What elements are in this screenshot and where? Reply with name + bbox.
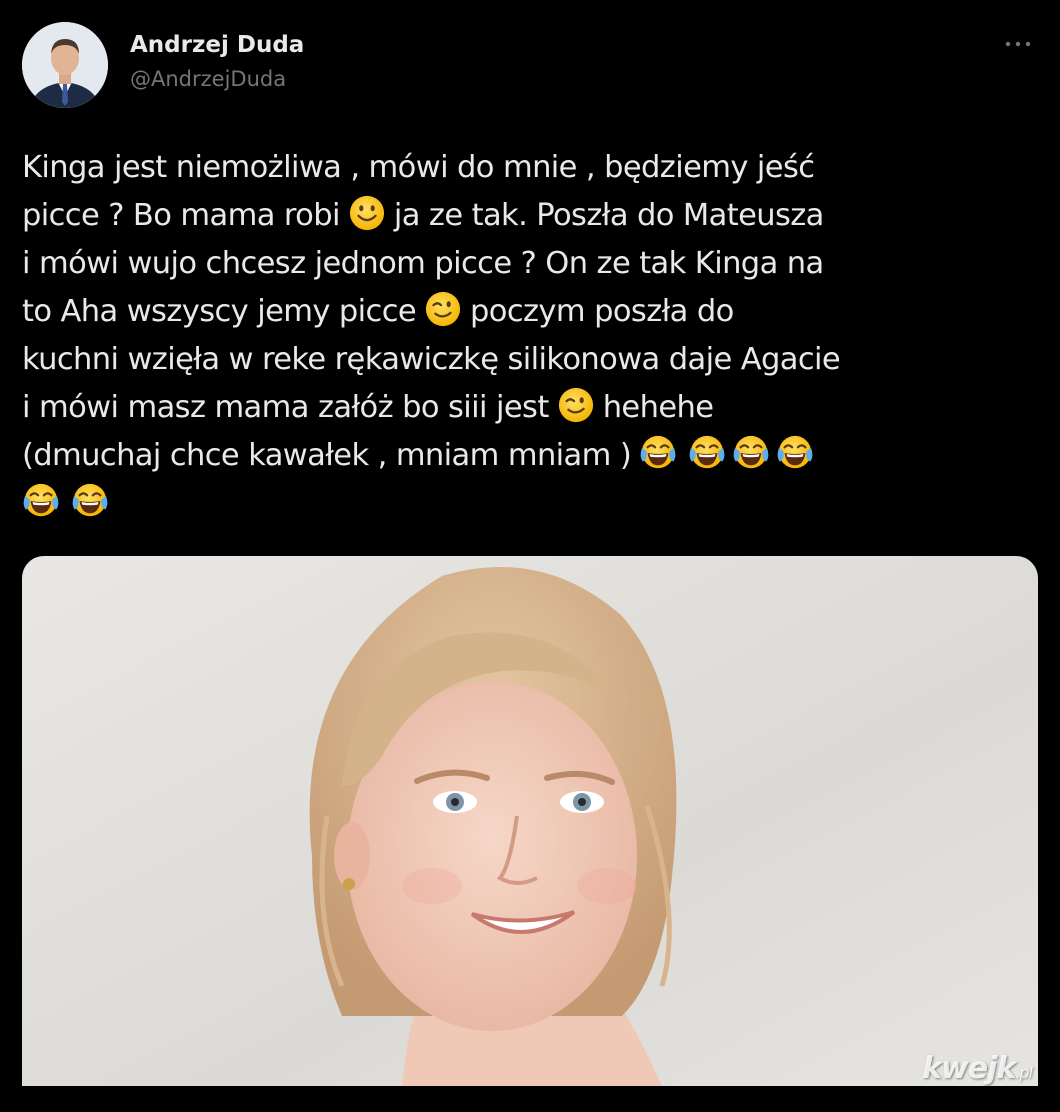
tears-of-joy-emoji-icon: [776, 434, 814, 472]
tweet-text: Kinga jest niemożliwa , mówi do mnie , b…: [22, 144, 1042, 528]
tweet-text-line: i mówi wujo chcesz jednom picce ? On ze …: [22, 240, 1042, 288]
tears-of-joy-emoji-icon: [22, 482, 60, 520]
text-segment: hehehe: [602, 390, 714, 425]
more-horizontal-icon[interactable]: [1000, 32, 1036, 56]
tweet-card: Andrzej Duda @AndrzejDuda Kinga jest nie…: [0, 0, 1060, 1112]
text-segment: Kinga jest niemożliwa , mówi do mnie , b…: [22, 150, 815, 185]
text-segment: poczym poszła do: [470, 294, 734, 329]
tweet-text-line: i mówi masz mama załóż bo siii jest heheh…: [22, 384, 1042, 432]
tears-of-joy-emoji-icon: [639, 434, 677, 472]
avatar-image: [22, 22, 108, 108]
slightly-smiling-face-emoji-icon: [348, 194, 386, 232]
author-info: Andrzej Duda @AndrzejDuda: [130, 30, 304, 94]
text-segment: to Aha wszyscy jemy picce: [22, 294, 417, 329]
tweet-media-photo[interactable]: kwejk.pl: [22, 556, 1038, 1086]
kwejk-watermark: kwejk.pl: [922, 1051, 1033, 1086]
winking-face-emoji-icon: [424, 290, 462, 328]
portrait-photo: [22, 556, 1038, 1086]
text-segment: picce ? Bo mama robi: [22, 198, 340, 233]
author-display-name[interactable]: Andrzej Duda: [130, 30, 304, 60]
tweet-header: Andrzej Duda @AndrzejDuda: [22, 22, 1038, 108]
author-handle[interactable]: @AndrzejDuda: [130, 64, 304, 94]
tweet-text-line: Kinga jest niemożliwa , mówi do mnie , b…: [22, 144, 1042, 192]
tweet-text-line: picce ? Bo mama robi ja ze tak. Poszła do…: [22, 192, 1042, 240]
tweet-text-line: kuchni wzięła w reke rękawiczkę silikono…: [22, 336, 1042, 384]
text-segment: (dmuchaj chce kawałek , mniam mniam ): [22, 438, 632, 473]
text-segment: kuchni wzięła w reke rękawiczkę silikono…: [22, 342, 841, 377]
text-segment: i mówi masz mama załóż bo siii jest: [22, 390, 549, 425]
watermark-text: kwejk: [922, 1051, 1016, 1086]
avatar[interactable]: [22, 22, 108, 108]
tweet-text-line: (dmuchaj chce kawałek , mniam mniam ): [22, 432, 1042, 480]
text-segment: ja ze tak. Poszła do Mateusza: [393, 198, 825, 233]
tweet-text-line: [22, 480, 1042, 528]
tears-of-joy-emoji-icon: [688, 434, 726, 472]
text-segment: i mówi wujo chcesz jednom picce ? On ze …: [22, 246, 824, 281]
tweet-text-line: to Aha wszyscy jemy picce poczym poszła d…: [22, 288, 1042, 336]
tears-of-joy-emoji-icon: [71, 482, 109, 520]
tears-of-joy-emoji-icon: [732, 434, 770, 472]
watermark-suffix: .pl: [1015, 1063, 1033, 1082]
winking-face-emoji-icon: [557, 386, 595, 424]
